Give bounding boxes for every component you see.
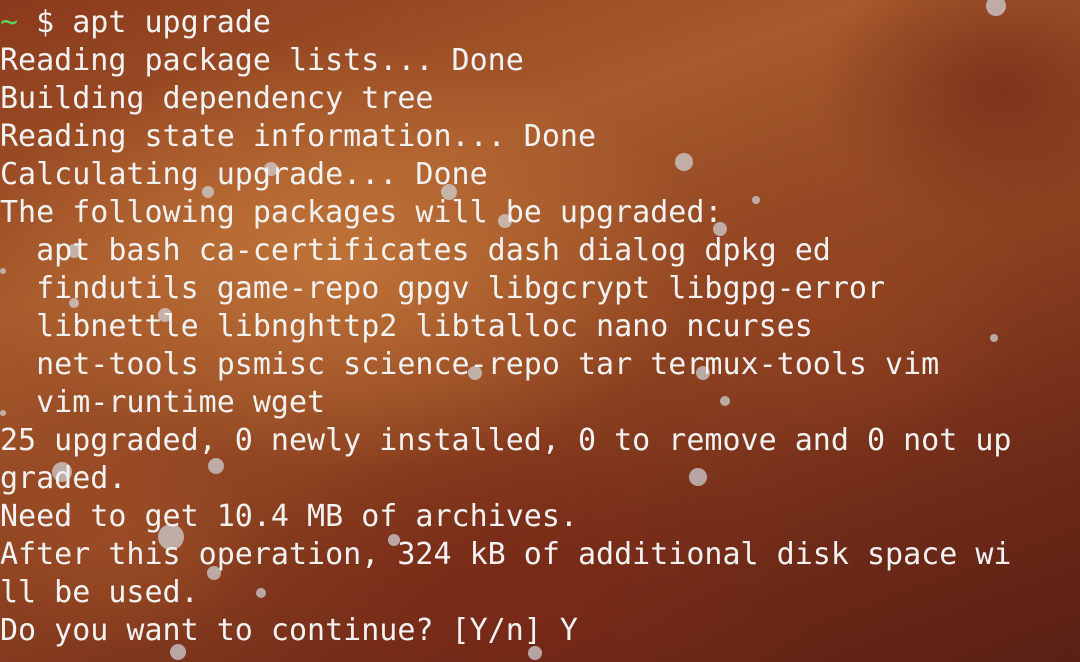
package-list-line: findutils game-repo gpgv libgcrypt libgp…: [0, 271, 886, 306]
terminal-output[interactable]: ~ $ apt upgrade Reading package lists...…: [0, 4, 1080, 650]
package-list-line: apt bash ca-certificates dash dialog dpk…: [0, 233, 831, 268]
output-line: Reading package lists... Done: [0, 43, 524, 78]
confirm-prompt-line: Do you want to continue? [Y/n] Y: [0, 613, 578, 648]
output-line: Need to get 10.4 MB of archives.: [0, 499, 578, 534]
prompt-symbol: $: [18, 5, 73, 40]
output-line: Building dependency tree: [0, 81, 434, 116]
command-text: apt upgrade: [72, 5, 271, 40]
output-line: Reading state information... Done: [0, 119, 597, 154]
package-list-line: vim-runtime wget: [0, 385, 326, 420]
output-line: The following packages will be upgraded:: [0, 195, 723, 230]
command-prompt-line: ~ $ apt upgrade: [0, 4, 1080, 42]
package-list-line: libnettle libnghttp2 libtalloc nano ncur…: [0, 309, 813, 344]
output-line: ll be used.: [0, 575, 199, 610]
output-line: After this operation, 324 kB of addition…: [0, 537, 1012, 572]
output-line: 25 upgraded, 0 newly installed, 0 to rem…: [0, 423, 1012, 458]
output-line: graded.: [0, 461, 127, 496]
package-list-line: net-tools psmisc science-repo tar termux…: [0, 347, 940, 382]
prompt-home-tilde: ~: [0, 5, 19, 40]
output-line: Calculating upgrade... Done: [0, 157, 488, 192]
